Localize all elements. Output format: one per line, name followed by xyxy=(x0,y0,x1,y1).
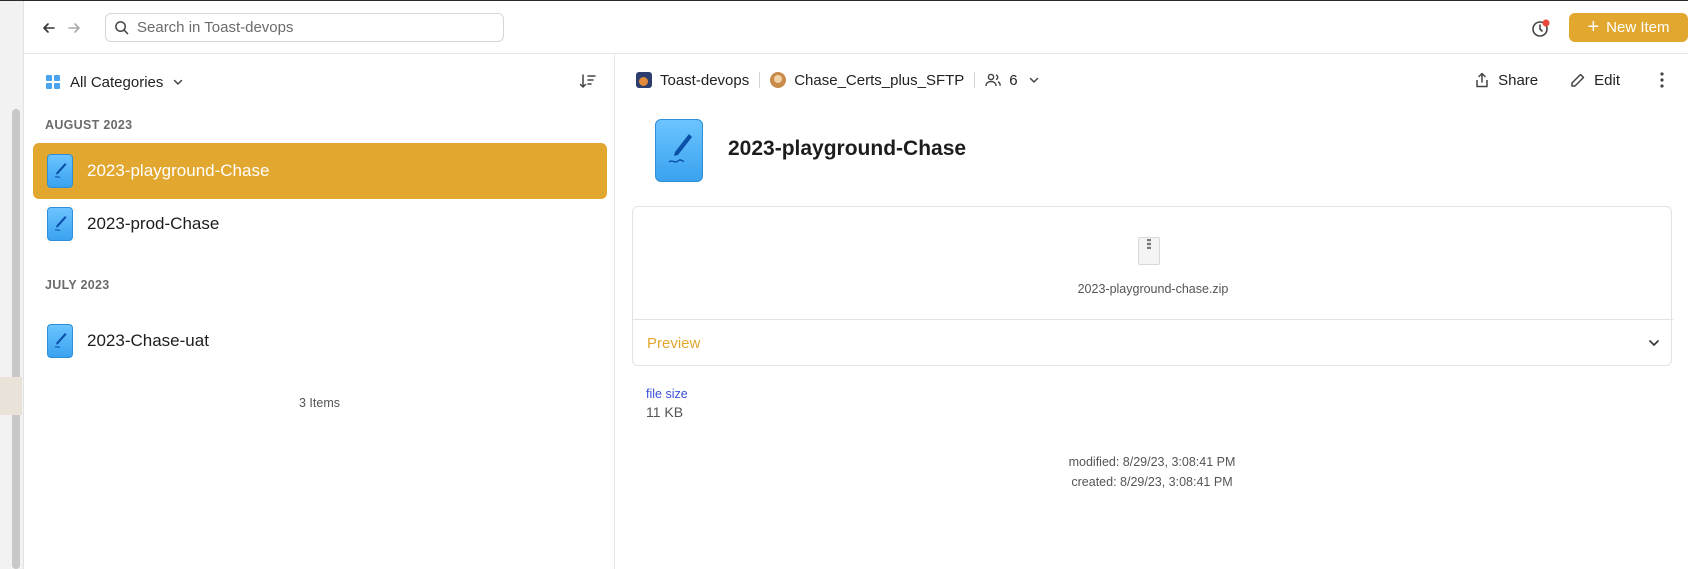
preview-toggle[interactable]: Preview xyxy=(633,319,1673,366)
timestamps: modified: 8/29/23, 3:08:41 PM created: 8… xyxy=(632,452,1672,492)
share-button[interactable]: Share xyxy=(1475,72,1538,89)
share-icon xyxy=(1476,72,1488,88)
people-button[interactable]: 6 xyxy=(985,72,1039,89)
more-options-button[interactable] xyxy=(1652,72,1672,88)
breadcrumb-divider xyxy=(974,72,976,88)
document-pen-icon xyxy=(655,119,703,182)
people-count: 6 xyxy=(1009,71,1018,89)
breadcrumb: Toast-devops Chase_Certs_plus_SFTP 6 xyxy=(636,68,1040,92)
plus-icon: + xyxy=(1587,15,1600,38)
arrow-left-icon xyxy=(43,23,55,33)
edit-button[interactable]: Edit xyxy=(1570,72,1620,89)
file-attachment-card: 2023-playground-chase.zip Preview xyxy=(632,206,1673,366)
shared-with-name[interactable]: Chase_Certs_plus_SFTP xyxy=(794,72,964,89)
chevron-down-icon xyxy=(1649,340,1659,346)
document-pen-icon xyxy=(47,324,73,358)
list-item[interactable]: 2023-prod-Chase xyxy=(33,196,607,252)
vault-name[interactable]: Toast-devops xyxy=(660,72,749,89)
people-icon xyxy=(985,73,1002,87)
list-item[interactable]: 2023-playground-Chase xyxy=(33,143,607,199)
breadcrumb-divider xyxy=(759,72,761,88)
document-pen-icon xyxy=(47,207,73,241)
sort-button[interactable] xyxy=(577,70,599,92)
categories-grid-icon xyxy=(46,75,60,89)
search-icon xyxy=(115,21,129,35)
document-pen-icon xyxy=(47,154,73,188)
forward-button[interactable] xyxy=(64,18,84,38)
chevron-down-icon xyxy=(1029,77,1038,83)
search-box[interactable] xyxy=(105,13,504,42)
zip-file-icon[interactable] xyxy=(1138,237,1160,265)
category-filter-label: All Categories xyxy=(70,73,164,91)
share-label: Share xyxy=(1498,71,1539,89)
left-edge-strip xyxy=(0,1,24,569)
arrow-right-icon xyxy=(68,23,80,33)
back-button[interactable] xyxy=(39,18,59,38)
modified-timestamp: modified: 8/29/23, 3:08:41 PM xyxy=(1068,455,1236,469)
new-item-button[interactable]: + New Item xyxy=(1569,13,1688,42)
watchtower-alert-icon xyxy=(1532,19,1550,37)
shared-avatar xyxy=(770,72,787,88)
preview-label: Preview xyxy=(647,334,701,352)
file-name[interactable]: 2023-playground-chase.zip xyxy=(633,282,1673,296)
created-timestamp: created: 8/29/23, 3:08:41 PM xyxy=(1071,475,1233,489)
pencil-icon xyxy=(1571,73,1585,87)
top-toolbar: + New Item xyxy=(24,1,1688,54)
category-filter[interactable]: All Categories xyxy=(46,70,184,94)
list-item-title: 2023-Chase-uat xyxy=(87,331,209,350)
item-count: 3 Items xyxy=(299,396,340,410)
list-item[interactable]: 2023-Chase-uat xyxy=(33,313,607,369)
watchtower-button[interactable] xyxy=(1530,17,1554,39)
item-list-panel: All Categories AUGUST 2023 2023-playgrou… xyxy=(24,54,615,569)
edge-highlight xyxy=(0,377,22,415)
section-label-july: JULY 2023 xyxy=(45,278,110,292)
edit-label: Edit xyxy=(1594,71,1620,89)
section-label-august: AUGUST 2023 xyxy=(45,118,133,132)
search-input[interactable] xyxy=(137,19,477,36)
file-size-label: file size xyxy=(646,387,688,401)
chevron-down-icon xyxy=(174,79,183,85)
list-item-title: 2023-prod-Chase xyxy=(87,214,220,233)
vault-avatar xyxy=(636,72,652,88)
file-size-value: 11 KB xyxy=(646,404,684,420)
item-detail-panel: Toast-devops Chase_Certs_plus_SFTP 6 Sha… xyxy=(616,54,1688,569)
detail-actions: Share Edit xyxy=(1475,68,1688,92)
list-item-title: 2023-playground-Chase xyxy=(87,161,270,180)
more-vertical-icon xyxy=(1660,72,1664,88)
new-item-label: New Item xyxy=(1606,19,1670,36)
edge-scrollbar[interactable] xyxy=(12,109,20,569)
sort-icon xyxy=(579,74,596,88)
item-title: 2023-playground-Chase xyxy=(728,137,967,160)
